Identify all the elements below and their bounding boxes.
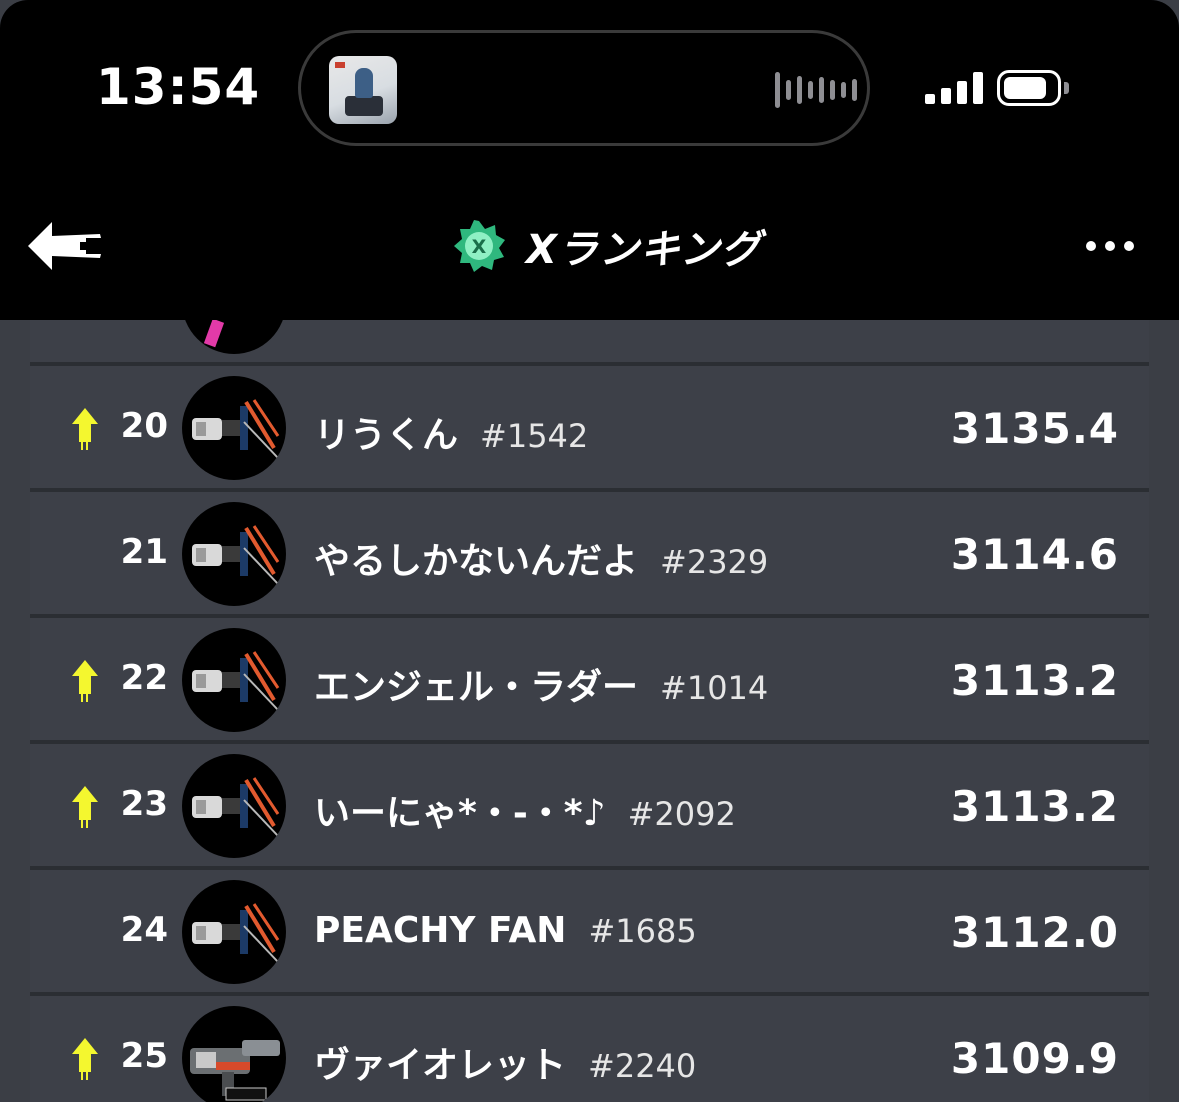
player-tag: #2240 (588, 1047, 697, 1085)
x-power-value: 3113.2 (950, 782, 1119, 831)
rank-number: 22 (120, 658, 168, 698)
x-power-value: 3109.9 (950, 1034, 1119, 1083)
player-tag: #1014 (660, 669, 769, 707)
player-name[interactable]: PEACHY FAN #1685 (314, 910, 697, 951)
player-tag: #1542 (480, 417, 589, 455)
header-title-group: X Xランキング (452, 216, 762, 276)
player-name[interactable]: リうくん #1542 (314, 406, 588, 458)
svg-text:X: X (472, 236, 487, 258)
now-playing-artwork[interactable] (329, 56, 397, 124)
rank-up-arrow-icon (72, 1038, 98, 1080)
player-name-text: いーにゃ*・-・*♪ (314, 793, 606, 834)
cellular-signal-icon (925, 72, 983, 104)
rank-up-arrow-icon (72, 786, 98, 828)
player-name-text: PEACHY FAN (314, 910, 567, 951)
splatana-icon (182, 502, 286, 606)
status-bar: 13:54 (0, 0, 1179, 190)
player-avatar[interactable] (182, 502, 286, 606)
audio-waveform-icon (775, 70, 857, 110)
player-name[interactable]: いーにゃ*・-・*♪ #2092 (314, 784, 736, 836)
player-name-text: ヴァイオレット (314, 1045, 567, 1086)
ranking-row[interactable]: 21 やるしかないんだよ #2329 3114.6 (30, 492, 1149, 618)
player-tag: #2092 (627, 795, 736, 833)
status-time: 13:54 (96, 58, 261, 116)
ranking-row[interactable]: 25 ヴァイオレット #2240 3109.9 (30, 996, 1149, 1102)
ranking-row[interactable]: 24 PEACHY FAN #1685 3112.0 (30, 870, 1149, 996)
back-arrow-icon (28, 222, 102, 270)
player-avatar[interactable] (182, 376, 286, 480)
rank-up-arrow-icon (72, 660, 98, 702)
back-button[interactable] (28, 220, 108, 272)
ranking-list[interactable]: 20 リうくん #1542 3135.4 21 やるしかないんだよ #2329 3114.6 2… (30, 320, 1149, 1102)
ranking-row[interactable]: 20 リうくん #1542 3135.4 (30, 366, 1149, 492)
rank-up-arrow-icon (72, 408, 98, 450)
x-power-value: 3112.0 (950, 908, 1119, 957)
player-name[interactable]: エンジェル・ラダー #1014 (314, 658, 768, 710)
battery-icon (997, 70, 1061, 106)
rank-number: 24 (120, 910, 168, 950)
player-avatar[interactable] (182, 628, 286, 732)
splatana-icon (182, 880, 286, 984)
x-power-value: 3135.4 (950, 404, 1119, 453)
page-title: Xランキング (526, 227, 762, 273)
player-name-text: やるしかないんだよ (314, 541, 639, 582)
splatana-icon (182, 754, 286, 858)
ranking-row[interactable]: 22 エンジェル・ラダー #1014 3113.2 (30, 618, 1149, 744)
player-tag: #1685 (588, 912, 697, 950)
rank-number: 25 (120, 1036, 168, 1076)
player-name-text: エンジェル・ラダー (314, 667, 639, 708)
app-header: X Xランキング (0, 190, 1179, 320)
dynamic-island[interactable] (298, 30, 870, 146)
rank-number: 21 (120, 532, 168, 572)
x-power-value: 3113.2 (950, 656, 1119, 705)
x-rank-badge-icon: X (454, 220, 505, 272)
player-name[interactable]: ヴァイオレット #2240 (314, 1036, 696, 1088)
ranking-row[interactable]: 23 いーにゃ*・-・*♪ #2092 3113.2 (30, 744, 1149, 870)
splatana-icon (182, 628, 286, 732)
player-avatar[interactable] (182, 754, 286, 858)
more-options-button[interactable] (1086, 236, 1146, 256)
player-avatar (182, 320, 286, 354)
player-avatar[interactable] (182, 1006, 286, 1102)
more-dots-icon (1086, 241, 1096, 251)
blaster-icon (182, 1006, 286, 1102)
player-name-text: リうくん (314, 415, 459, 456)
player-avatar[interactable] (182, 880, 286, 984)
player-name[interactable]: やるしかないんだよ #2329 (314, 532, 768, 584)
battery-tip (1064, 82, 1069, 94)
splatana-icon (182, 376, 286, 480)
x-power-value: 3114.6 (950, 530, 1119, 579)
battery-level (1004, 77, 1046, 99)
rank-number: 20 (120, 406, 168, 446)
rank-number: 23 (120, 784, 168, 824)
player-tag: #2329 (660, 543, 769, 581)
ranking-row-partial[interactable] (30, 320, 1149, 366)
